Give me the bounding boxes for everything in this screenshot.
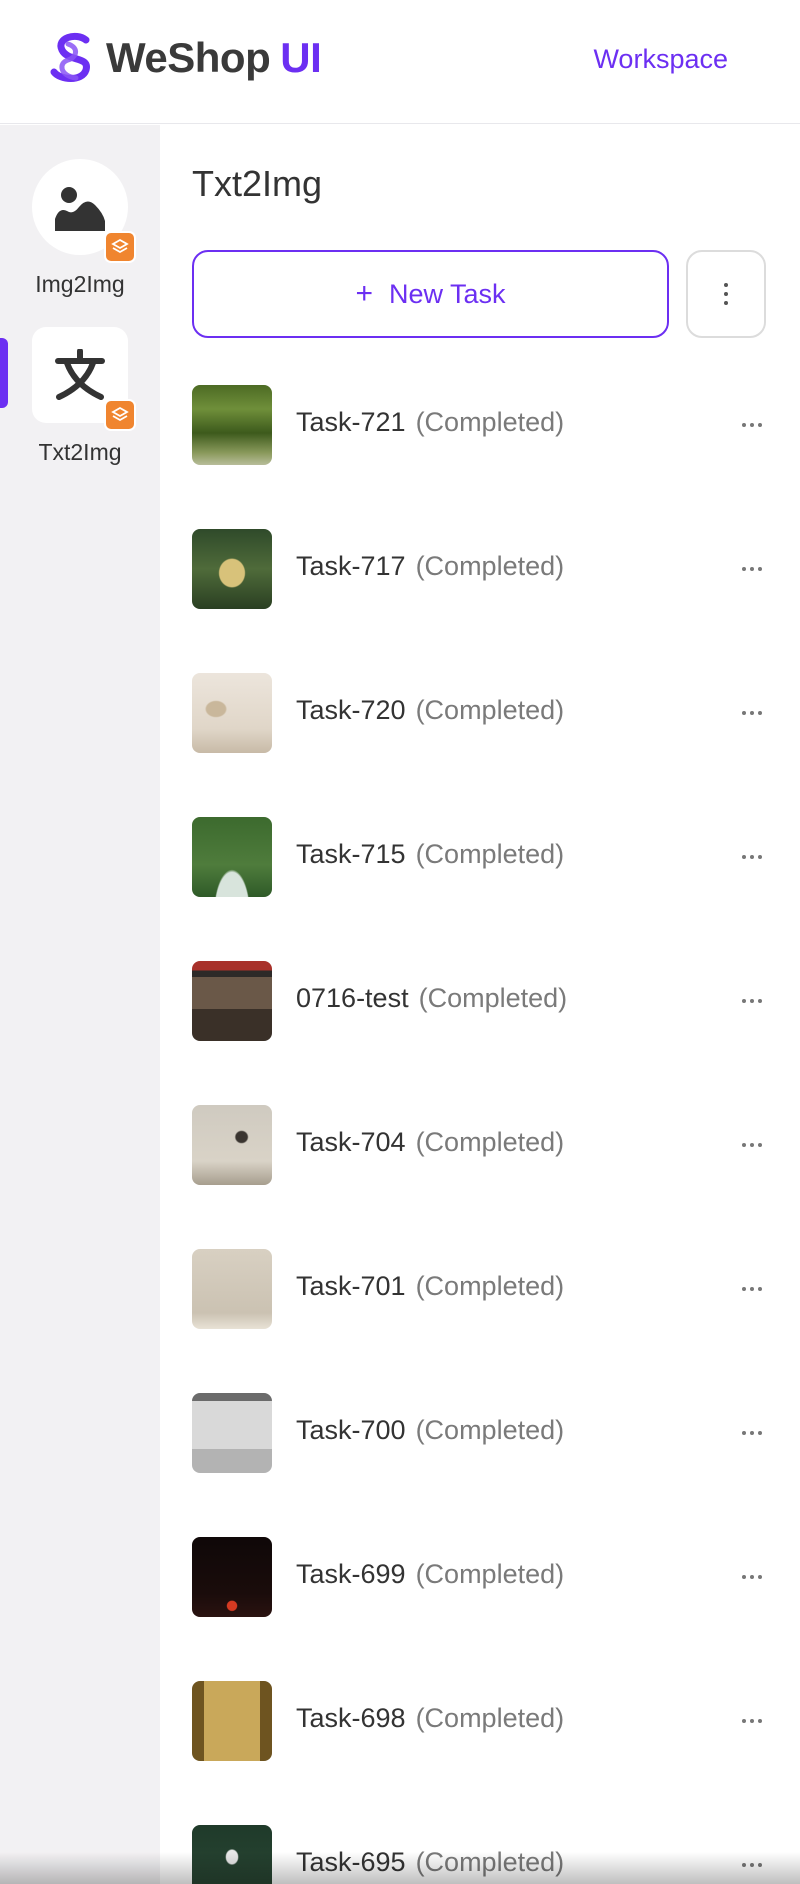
task-thumbnail <box>192 1105 272 1185</box>
task-menu-dots-icon[interactable] <box>736 993 768 1009</box>
new-task-button[interactable]: + New Task <box>192 250 669 338</box>
task-status: (Completed) <box>415 1559 565 1589</box>
weshop-logo[interactable]: WeShop UI <box>46 30 322 86</box>
vertical-dots-icon <box>724 283 728 305</box>
task-name: Task-695 <box>296 1847 406 1877</box>
task-name: Task-698 <box>296 1703 406 1733</box>
sidebar-item-label: Img2Img <box>35 271 125 297</box>
task-name: Task-715 <box>296 839 406 869</box>
sidebar: Img2Img Txt2Img <box>0 125 160 1884</box>
task-name: Task-704 <box>296 1127 406 1157</box>
task-status: (Completed) <box>415 1271 565 1301</box>
sidebar-item-img2img[interactable]: Img2Img <box>0 159 160 309</box>
task-menu-dots-icon[interactable] <box>736 705 768 721</box>
task-thumbnail <box>192 673 272 753</box>
weshop-logo-icon <box>50 32 90 82</box>
app-header: WeShop UI Workspace <box>0 0 800 124</box>
task-row[interactable]: Task-717 (Completed) <box>192 529 768 673</box>
task-thumbnail <box>192 961 272 1041</box>
task-row[interactable]: Task-715 (Completed) <box>192 817 768 961</box>
task-row[interactable]: Task-698 (Completed) <box>192 1681 768 1825</box>
task-row[interactable]: Task-699 (Completed) <box>192 1537 768 1681</box>
page-title: Txt2Img <box>192 163 323 204</box>
task-menu-dots-icon[interactable] <box>736 1713 768 1729</box>
task-name: Task-701 <box>296 1271 406 1301</box>
task-menu-dots-icon[interactable] <box>736 1857 768 1873</box>
task-menu-dots-icon[interactable] <box>736 1281 768 1297</box>
task-thumbnail <box>192 1393 272 1473</box>
layers-icon <box>104 231 136 263</box>
task-name: Task-720 <box>296 695 406 725</box>
task-row[interactable]: Task-695 (Completed) <box>192 1825 768 1884</box>
task-name: Task-699 <box>296 1559 406 1589</box>
landscape-image-icon <box>53 181 107 235</box>
task-name: Task-717 <box>296 551 406 581</box>
task-status: (Completed) <box>415 839 565 869</box>
task-menu-dots-icon[interactable] <box>736 1569 768 1585</box>
main-panel: Txt2Img + New Task Task-721 (Completed) T… <box>160 125 800 1884</box>
task-thumbnail <box>192 385 272 465</box>
task-status: (Completed) <box>415 1415 565 1445</box>
new-task-label: New Task <box>388 278 506 309</box>
sidebar-item-txt2img[interactable]: Txt2Img <box>0 327 160 477</box>
task-menu-dots-icon[interactable] <box>736 1137 768 1153</box>
sidebar-item-label: Txt2Img <box>38 439 122 465</box>
task-name: 0716-test <box>296 983 409 1013</box>
plus-icon: + <box>355 277 373 310</box>
task-status: (Completed) <box>415 695 565 725</box>
text-glyph-icon <box>53 349 107 403</box>
brand-name: WeShop UI <box>106 34 322 81</box>
task-status: (Completed) <box>415 1127 565 1157</box>
task-status: (Completed) <box>415 1703 565 1733</box>
task-row[interactable]: Task-700 (Completed) <box>192 1393 768 1537</box>
task-menu-dots-icon[interactable] <box>736 1425 768 1441</box>
task-status: (Completed) <box>415 407 565 437</box>
task-thumbnail <box>192 1537 272 1617</box>
task-thumbnail <box>192 1249 272 1329</box>
task-thumbnail <box>192 1825 272 1884</box>
task-menu-dots-icon[interactable] <box>736 417 768 433</box>
more-options-button[interactable] <box>686 250 766 338</box>
task-menu-dots-icon[interactable] <box>736 849 768 865</box>
workspace-link[interactable]: Workspace <box>593 44 728 75</box>
task-row[interactable]: Task-704 (Completed) <box>192 1105 768 1249</box>
task-thumbnail <box>192 529 272 609</box>
task-status: (Completed) <box>418 983 568 1013</box>
layers-icon <box>104 399 136 431</box>
task-row[interactable]: Task-721 (Completed) <box>192 385 768 529</box>
task-status: (Completed) <box>415 1847 565 1877</box>
task-list: Task-721 (Completed) Task-717 (Completed) … <box>192 385 768 1884</box>
task-row[interactable]: Task-720 (Completed) <box>192 673 768 817</box>
task-name: Task-721 <box>296 407 406 437</box>
task-status: (Completed) <box>415 551 565 581</box>
task-row[interactable]: Task-701 (Completed) <box>192 1249 768 1393</box>
task-thumbnail <box>192 1681 272 1761</box>
task-menu-dots-icon[interactable] <box>736 561 768 577</box>
task-row[interactable]: 0716-test (Completed) <box>192 961 768 1105</box>
task-name: Task-700 <box>296 1415 406 1445</box>
task-thumbnail <box>192 817 272 897</box>
